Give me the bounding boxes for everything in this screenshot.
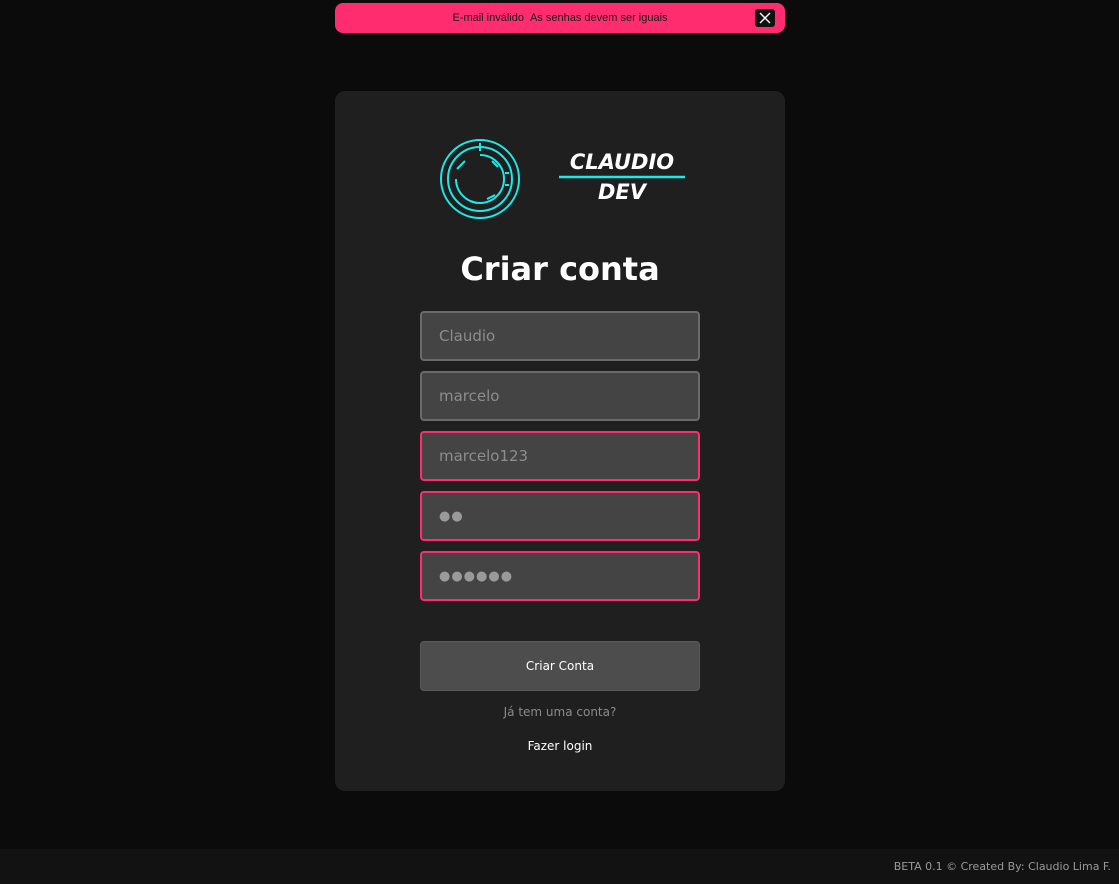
toast-message-password: As senhas devem ser iguais: [529, 12, 668, 24]
signup-card: CLAUDIO DEV Criar conta Claudio marcelo …: [335, 91, 785, 791]
have-account-text: Já tem uma conta?: [503, 705, 617, 719]
svg-text:DEV: DEV: [598, 180, 648, 204]
password-field[interactable]: ●●: [420, 491, 700, 541]
first-name-field[interactable]: Claudio: [420, 311, 700, 361]
toast-message-email: E-mail inválido: [452, 12, 524, 24]
footer: BETA 0.1 © Created By: Claudio Lima F.: [0, 849, 1119, 884]
close-icon: [759, 12, 771, 24]
create-account-button[interactable]: Criar Conta: [420, 641, 700, 691]
logo-circle-icon: [440, 139, 520, 219]
email-field[interactable]: marcelo123: [420, 431, 700, 481]
login-link[interactable]: Fazer login: [335, 739, 785, 753]
confirm-password-field[interactable]: ●●●●●●: [420, 551, 700, 601]
toast-close-button[interactable]: [755, 9, 775, 27]
footer-text: BETA 0.1 © Created By: Claudio Lima F.: [893, 860, 1111, 873]
logo-text: CLAUDIO DEV: [559, 150, 685, 204]
page-title: Criar conta: [460, 250, 660, 288]
svg-text:CLAUDIO: CLAUDIO: [570, 150, 674, 174]
last-name-field[interactable]: marcelo: [420, 371, 700, 421]
error-toast: E-mail inválido As senhas devem ser igua…: [335, 3, 785, 33]
